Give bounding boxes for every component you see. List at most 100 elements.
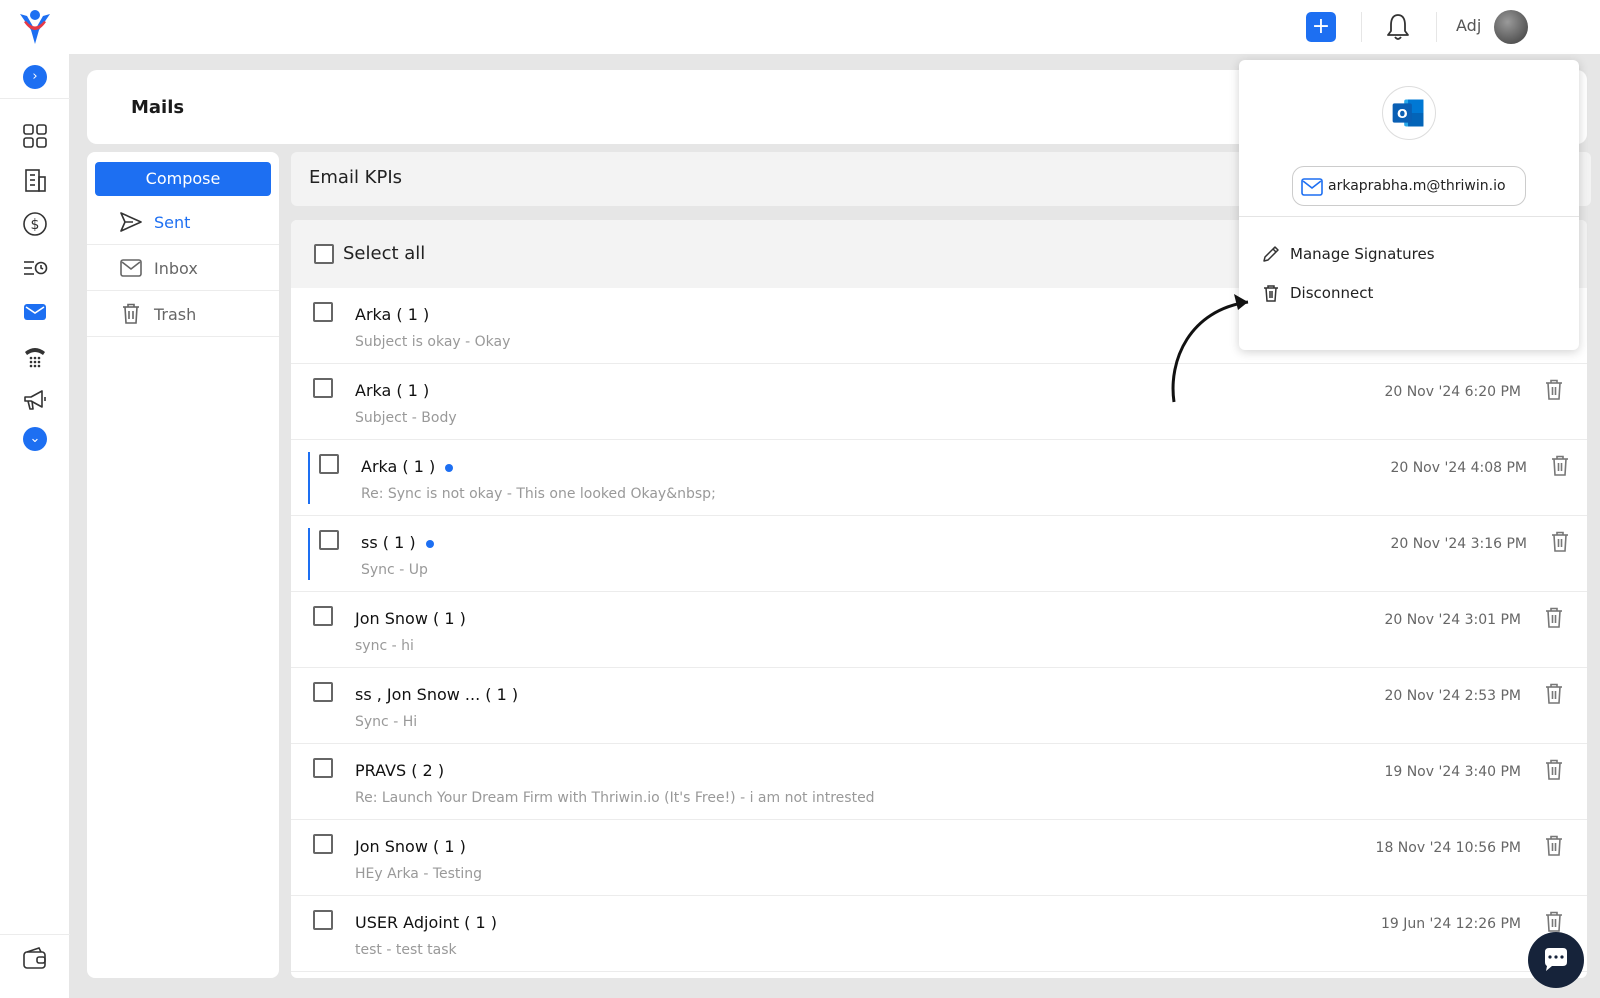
mail-preview: Re: Launch Your Dream Firm with Thriwin.…	[355, 790, 875, 806]
divider	[1239, 216, 1579, 217]
row-checkbox[interactable]	[313, 606, 333, 626]
divider	[0, 934, 70, 935]
mail-row[interactable]: Arka ( 1 ) Re: Sync is not okay - This on…	[291, 440, 1587, 516]
add-button[interactable]: +	[1306, 12, 1336, 42]
folder-label: Sent	[154, 213, 191, 232]
trash-icon	[1264, 285, 1278, 302]
mail-sender: ss , Jon Snow ... ( 1 )	[355, 685, 519, 704]
folder-item-inbox[interactable]: Inbox	[87, 245, 279, 291]
mail-preview: Subject is okay - Okay	[355, 334, 511, 350]
row-checkbox[interactable]	[319, 530, 339, 550]
mail-row[interactable]: PRAVS ( 2 ) Re: Launch Your Dream Firm wi…	[291, 744, 1587, 820]
nav-dashboard-icon[interactable]	[21, 122, 49, 150]
manage-signatures-item[interactable]: Manage Signatures	[1261, 240, 1561, 268]
mail-row[interactable]: USER Adjoint ( 1 ) test - test task 19 Jun…	[291, 896, 1587, 972]
send-icon	[120, 212, 142, 232]
delete-mail-icon[interactable]	[1549, 530, 1571, 554]
row-checkbox[interactable]	[313, 910, 333, 930]
row-checkbox[interactable]	[313, 682, 333, 702]
mail-sender: Arka ( 1 )	[355, 305, 430, 324]
row-checkbox[interactable]	[319, 454, 339, 474]
delete-mail-icon[interactable]	[1543, 606, 1565, 630]
nav-megaphone-icon[interactable]	[21, 386, 49, 414]
mail-sender: ss ( 1 )	[361, 533, 434, 552]
mail-sender: Arka ( 1 )	[355, 381, 430, 400]
chat-bubble-icon	[1545, 948, 1567, 971]
mail-sender: PRAVS ( 2 )	[355, 761, 445, 780]
divider	[1436, 12, 1437, 42]
mail-icon	[1301, 178, 1323, 196]
expand-nav-button[interactable]: ›	[23, 65, 47, 89]
mail-sender: Jon Snow ( 1 )	[355, 837, 466, 856]
row-checkbox[interactable]	[313, 378, 333, 398]
folder-label: Inbox	[154, 259, 198, 278]
svg-text:$: $	[31, 217, 40, 233]
page-title: Mails	[131, 97, 185, 118]
trash-icon	[123, 303, 139, 324]
disconnect-item[interactable]: Disconnect	[1261, 279, 1561, 307]
svg-text:O: O	[1397, 106, 1408, 121]
connected-email-text: arkaprabha.m@thriwin.io	[1328, 178, 1506, 194]
folder-item-sent[interactable]: Sent	[87, 199, 279, 245]
mail-date: 20 Nov '24 6:20 PM	[1384, 384, 1521, 400]
mail-date: 20 Nov '24 2:53 PM	[1384, 688, 1521, 704]
nav-mail-icon[interactable]	[21, 298, 49, 326]
nav-task-clock-icon[interactable]	[21, 254, 49, 282]
unread-dot	[445, 463, 454, 472]
select-all-checkbox[interactable]	[314, 244, 334, 264]
email-kpis-label: Email KPIs	[309, 167, 403, 188]
thriwin-logo-icon[interactable]	[16, 8, 54, 46]
avatar[interactable]	[1494, 10, 1528, 44]
nav-building-icon[interactable]	[21, 166, 49, 194]
delete-mail-icon[interactable]	[1543, 378, 1565, 402]
mail-row[interactable]: Arka ( 1 ) Subject - Body 20 Nov '24 6:20 …	[291, 364, 1587, 440]
folder-item-trash[interactable]: Trash	[87, 291, 279, 337]
mail-date: 20 Nov '24 3:16 PM	[1390, 536, 1527, 552]
mail-preview: Re: Sync is not okay - This one looked O…	[361, 486, 716, 502]
account-dropdown: O arkaprabha.m@thriwin.io Manage Signatu…	[1239, 60, 1579, 350]
connected-email: arkaprabha.m@thriwin.io	[1292, 166, 1526, 206]
mail-date: 19 Nov '24 3:40 PM	[1384, 764, 1521, 780]
more-nav-button[interactable]: ⌄	[23, 427, 47, 451]
mail-preview: HEy Arka - Testing	[355, 866, 483, 882]
divider	[0, 98, 70, 99]
delete-mail-icon[interactable]	[1543, 910, 1565, 934]
user-name[interactable]: Adj	[1456, 16, 1481, 35]
mail-preview: Subject - Body	[355, 410, 457, 426]
bell-icon[interactable]	[1384, 12, 1412, 42]
mail-date: 19 Jun '24 12:26 PM	[1380, 916, 1521, 932]
mail-preview: sync - hi	[355, 638, 414, 654]
row-checkbox[interactable]	[313, 758, 333, 778]
nav-wallet-icon[interactable]	[21, 944, 49, 972]
mail-sender: Jon Snow ( 1 )	[355, 609, 466, 628]
delete-mail-icon[interactable]	[1549, 454, 1571, 478]
mail-row[interactable]: ss , Jon Snow ... ( 1 ) Sync - Hi 20 Nov '…	[291, 668, 1587, 744]
left-nav: › $ ⌄	[0, 54, 70, 998]
delete-mail-icon[interactable]	[1543, 682, 1565, 706]
mail-date: 20 Nov '24 3:01 PM	[1384, 612, 1521, 628]
pencil-icon	[1263, 246, 1279, 262]
top-bar: + Adj	[0, 0, 1600, 54]
folder-panel: Compose Sent Inbox Trash	[87, 152, 279, 978]
mail-preview: Sync - Hi	[355, 714, 418, 730]
divider	[1361, 12, 1362, 42]
delete-mail-icon[interactable]	[1543, 758, 1565, 782]
row-checkbox[interactable]	[313, 302, 333, 322]
folder-label: Trash	[154, 305, 197, 324]
disconnect-label: Disconnect	[1290, 284, 1374, 302]
nav-phone-icon[interactable]	[21, 342, 49, 370]
mail-icon	[120, 259, 142, 277]
manage-signatures-label: Manage Signatures	[1290, 245, 1435, 263]
mail-row[interactable]: Jon Snow ( 1 ) HEy Arka - Testing 18 Nov '…	[291, 820, 1587, 896]
mail-row[interactable]: Jon Snow ( 1 ) sync - hi 20 Nov '24 3:01 P…	[291, 592, 1587, 668]
select-all-label: Select all	[343, 243, 426, 264]
nav-dollar-icon[interactable]: $	[21, 210, 49, 238]
mail-preview: Sync - Up	[361, 562, 428, 578]
compose-button[interactable]: Compose	[95, 162, 271, 196]
row-checkbox[interactable]	[313, 834, 333, 854]
chat-button[interactable]	[1528, 932, 1584, 988]
delete-mail-icon[interactable]	[1543, 834, 1565, 858]
mail-date: 20 Nov '24 4:08 PM	[1390, 460, 1527, 476]
mail-sender: USER Adjoint ( 1 )	[355, 913, 498, 932]
mail-row[interactable]: ss ( 1 ) Sync - Up 20 Nov '24 3:16 PM	[291, 516, 1587, 592]
